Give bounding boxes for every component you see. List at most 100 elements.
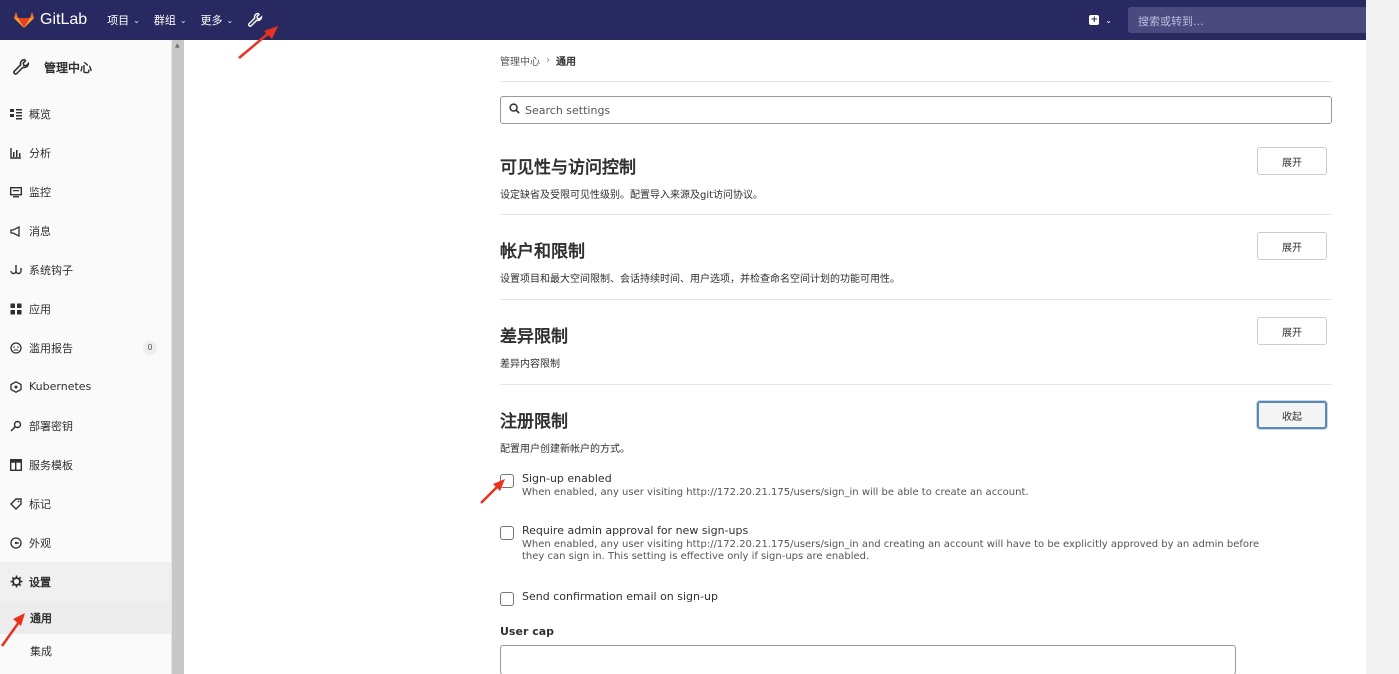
page-gutter bbox=[1366, 0, 1399, 674]
sidebar-item-monitoring[interactable]: 监控 bbox=[0, 172, 171, 211]
top-navbar: GitLab 项目 ⌄ 群组 ⌄ 更多 ⌄ + ⌄ 搜索或转到... bbox=[0, 0, 1366, 40]
chevron-down-icon: ⌄ bbox=[133, 15, 140, 25]
admin-approval-help: When enabled, any user visiting http://1… bbox=[522, 539, 1260, 562]
plus-square-icon: + bbox=[1089, 15, 1100, 25]
breadcrumb-current[interactable]: 通用 bbox=[556, 53, 576, 68]
sidebar-title: 管理中心 bbox=[44, 60, 93, 75]
sidebar-item-label: 部署密钥 bbox=[29, 419, 73, 433]
nav-more-label: 更多 bbox=[200, 14, 223, 27]
brand-name: GitLab bbox=[40, 11, 88, 28]
monitor-icon bbox=[9, 185, 23, 199]
overview-icon bbox=[9, 107, 23, 121]
scroll-up-arrow-icon[interactable]: ▲ bbox=[175, 42, 180, 49]
chevron-right-icon: › bbox=[546, 55, 550, 66]
chart-icon bbox=[9, 146, 23, 160]
sidebar-item-label: 设置 bbox=[29, 575, 51, 589]
sidebar-item-labels[interactable]: 标记 bbox=[0, 484, 171, 523]
annotation-arrow-icon bbox=[238, 26, 278, 59]
collapse-button[interactable]: 收起 bbox=[1257, 401, 1327, 429]
admin-approval-label[interactable]: Require admin approval for new sign-ups bbox=[522, 524, 1262, 537]
section-title: 差异限制 bbox=[500, 327, 568, 347]
confirmation-email-checkbox[interactable] bbox=[500, 592, 514, 606]
section-account-limits: 帐户和限制 设置项目和最大空间限制、会话持续时间、用户选项，并检查命名空间计划的… bbox=[500, 215, 1332, 300]
sidebar-subitem-label: 通用 bbox=[30, 611, 52, 625]
sidebar-item-deploy-keys[interactable]: 部署密钥 bbox=[0, 406, 171, 445]
sidebar-item-settings[interactable]: 设置 bbox=[0, 562, 171, 601]
section-diff-limits: 差异限制 差异内容限制 展开 bbox=[500, 300, 1332, 385]
annotation-arrow-icon bbox=[480, 479, 505, 504]
appearance-icon bbox=[9, 536, 23, 550]
section-description: 配置用户创建新帐户的方式。 bbox=[500, 444, 630, 455]
section-description: 设定缺省及受限可见性级别。配置导入来源及git访问协议。 bbox=[500, 190, 764, 201]
chevron-down-icon: ⌄ bbox=[226, 15, 234, 25]
sidebar-item-system-hooks[interactable]: 系统钩子 bbox=[0, 250, 171, 289]
admin-approval-option: Require admin approval for new sign-ups … bbox=[500, 524, 1262, 563]
sidebar-item-label: 监控 bbox=[29, 185, 51, 199]
sidebar-subitem-label: 集成 bbox=[30, 644, 52, 658]
breadcrumb-parent[interactable]: 管理中心 bbox=[500, 53, 540, 68]
sidebar-item-label: 标记 bbox=[29, 497, 51, 511]
sidebar-item-overview[interactable]: 概览 bbox=[0, 94, 171, 133]
key-icon bbox=[9, 419, 23, 433]
sidebar-item-label: 消息 bbox=[29, 224, 51, 238]
sidebar-item-analytics[interactable]: 分析 bbox=[0, 133, 171, 172]
sidebar-item-label: 概览 bbox=[29, 107, 51, 121]
search-settings-input[interactable]: Search settings bbox=[500, 96, 1332, 124]
sidebar-item-kubernetes[interactable]: Kubernetes bbox=[0, 367, 171, 406]
nav-projects-label: 项目 bbox=[107, 14, 130, 27]
sidebar-item-messages[interactable]: 消息 bbox=[0, 211, 171, 250]
search-icon bbox=[509, 103, 520, 117]
abuse-icon bbox=[9, 341, 23, 355]
sidebar-scrollbar[interactable]: ▲ bbox=[172, 40, 184, 674]
expand-button[interactable]: 展开 bbox=[1257, 147, 1327, 175]
section-visibility-access: 可见性与访问控制 设定缺省及受限可见性级别。配置导入来源及git访问协议。 展开 bbox=[500, 124, 1332, 215]
admin-sidebar: 管理中心 概览 分析 监控 消息 系统钩子 应用 滥用报告 0 Kubernet… bbox=[0, 40, 172, 674]
sidebar-header[interactable]: 管理中心 bbox=[0, 40, 171, 94]
abuse-count-badge: 0 bbox=[143, 340, 157, 355]
global-search-input[interactable]: 搜索或转到... bbox=[1128, 7, 1366, 33]
signup-enabled-help: When enabled, any user visiting http://1… bbox=[522, 487, 1029, 498]
expand-button[interactable]: 展开 bbox=[1257, 317, 1327, 345]
nav-more[interactable]: 更多 ⌄ bbox=[201, 12, 234, 28]
signup-enabled-label[interactable]: Sign-up enabled bbox=[522, 472, 1262, 485]
wrench-icon bbox=[10, 56, 32, 78]
search-settings-placeholder: Search settings bbox=[525, 103, 611, 117]
confirmation-email-label[interactable]: Send confirmation email on sign-up bbox=[522, 590, 718, 606]
sidebar-item-label: Kubernetes bbox=[29, 380, 92, 393]
admin-approval-checkbox[interactable] bbox=[500, 526, 514, 540]
user-cap-input[interactable] bbox=[500, 645, 1236, 674]
kubernetes-icon bbox=[9, 380, 23, 394]
nav-projects[interactable]: 项目 ⌄ bbox=[107, 12, 140, 28]
chevron-down-icon: ⌄ bbox=[1105, 15, 1112, 25]
section-signup-restrictions: 注册限制 配置用户创建新帐户的方式。 收起 Sign-up enabled Wh… bbox=[500, 385, 1332, 674]
nav-groups-label: 群组 bbox=[153, 14, 176, 27]
section-description: 设置项目和最大空间限制、会话持续时间、用户选项，并检查命名空间计划的功能可用性。 bbox=[500, 274, 900, 285]
sidebar-item-applications[interactable]: 应用 bbox=[0, 289, 171, 328]
new-dropdown[interactable]: + ⌄ bbox=[1089, 15, 1112, 25]
sidebar-item-appearance[interactable]: 外观 bbox=[0, 523, 171, 562]
expand-button[interactable]: 展开 bbox=[1257, 232, 1327, 260]
section-title: 帐户和限制 bbox=[500, 242, 585, 262]
annotation-arrow-icon bbox=[0, 613, 25, 647]
chevron-down-icon: ⌄ bbox=[179, 15, 187, 25]
sidebar-item-label: 系统钩子 bbox=[29, 263, 73, 277]
sidebar-item-abuse-reports[interactable]: 滥用报告 0 bbox=[0, 328, 171, 367]
sidebar-item-label: 外观 bbox=[29, 536, 51, 550]
breadcrumb: 管理中心 › 通用 bbox=[500, 40, 1332, 82]
gitlab-tanuki-icon bbox=[14, 12, 34, 28]
sidebar-item-label: 服务模板 bbox=[29, 458, 73, 472]
megaphone-icon bbox=[9, 224, 23, 238]
sidebar-item-label: 分析 bbox=[29, 146, 51, 160]
nav-groups[interactable]: 群组 ⌄ bbox=[154, 12, 187, 28]
gear-icon bbox=[9, 575, 23, 589]
template-icon bbox=[9, 458, 23, 472]
signup-enabled-option: Sign-up enabled When enabled, any user v… bbox=[500, 472, 1262, 499]
sidebar-item-service-templates[interactable]: 服务模板 bbox=[0, 445, 171, 484]
confirmation-email-option: Send confirmation email on sign-up bbox=[500, 590, 718, 606]
apps-icon bbox=[9, 302, 23, 316]
section-description: 差异内容限制 bbox=[500, 359, 560, 370]
user-cap-label: User cap bbox=[500, 625, 555, 638]
section-title: 可见性与访问控制 bbox=[500, 158, 636, 178]
section-title: 注册限制 bbox=[500, 412, 568, 432]
gitlab-logo[interactable]: GitLab bbox=[14, 11, 87, 29]
